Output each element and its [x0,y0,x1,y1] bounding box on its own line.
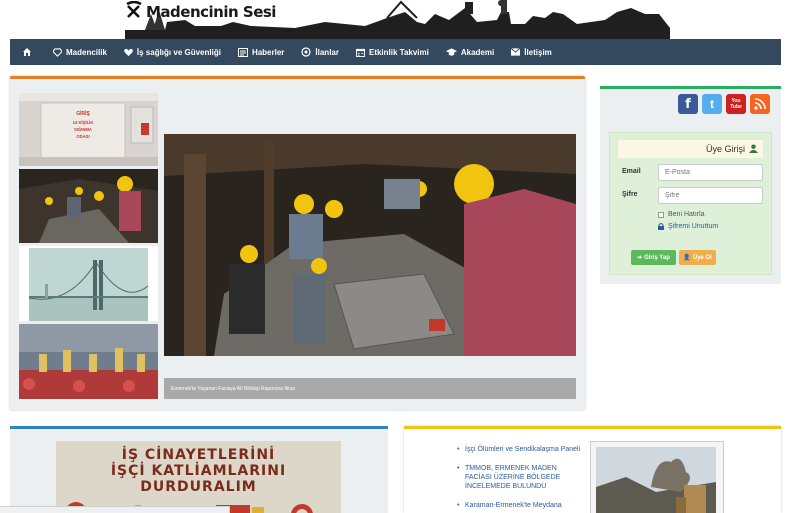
slider-thumbnail[interactable] [19,169,158,243]
facebook-icon[interactable]: f [678,94,698,114]
site-title: Madencinin Sesi [146,3,276,21]
slider-thumbnail[interactable] [19,324,158,399]
list-item[interactable]: TMMOB, ERMENEK MADEN FACİASI ÜZERİNE BÖL… [450,464,585,491]
nav-item-is-sagligi[interactable]: İş sağlığı ve Güvenliği [124,48,221,57]
nav-item-ilanlar[interactable]: İlanlar [301,47,339,57]
featured-photo[interactable] [164,134,576,356]
nav-item-akademi[interactable]: Akademi [445,47,494,57]
list-item[interactable]: İşçi Ölümleri ve Sendikalaşma Paneli [450,445,585,454]
home-icon [23,48,31,56]
slider-thumbnail[interactable]: GİRİŞ 14 KİŞİLİK SIĞINMA ODASI [19,93,158,166]
svg-text:GİRİŞ: GİRİŞ [76,110,90,117]
browser-status-bar [0,506,230,513]
sidebar-panel: f t YouTube Üye Girişi Email Şifre Beni … [600,86,781,284]
user-plus-icon: 👤 [683,255,691,261]
rss-icon[interactable] [750,94,770,114]
user-icon [749,144,758,153]
slider-thumbnail[interactable] [19,246,158,321]
slider-caption[interactable]: Ermenek'te Yaşanan Faciaya Ait Bilirkişi… [164,378,576,399]
graduation-cap-icon [445,47,457,56]
heart-icon [124,48,133,56]
email-label: Email [622,168,641,175]
bullhorn-icon [301,47,312,57]
site-logo[interactable]: Madencinin Sesi [125,0,276,24]
login-button[interactable]: ➜ Giriş Yap [631,250,676,265]
news-photo[interactable] [590,441,724,513]
login-title: Üye Girişi [618,140,763,158]
news-list: İşçi Ölümleri ve Sendikalaşma Paneli TMM… [450,445,585,513]
list-item[interactable]: Karaman-Ermenek'te Meydana [450,501,585,510]
remember-me[interactable]: Beni Hatırla [658,211,705,218]
nav-item-haberler[interactable]: Haberler [237,47,284,57]
pickaxe-icon [125,0,143,24]
featured-slider: GİRİŞ 14 KİŞİLİK SIĞINMA ODASI Ermenek't… [10,76,585,410]
youtube-icon[interactable]: You Tube [726,94,746,114]
diamond-icon [53,47,62,57]
password-label: Şifre [622,191,638,198]
envelope-icon [511,48,521,56]
svg-text:14 KİŞİLİK: 14 KİŞİLİK [73,120,94,125]
remember-checkbox[interactable] [658,211,664,218]
register-button[interactable]: 👤 Üye Ol [679,250,716,265]
svg-text:ODASI: ODASI [76,134,89,139]
email-field[interactable] [658,164,763,181]
forgot-password-link[interactable]: Şifremi Unuttum [658,223,718,230]
svg-text:SIĞINMA: SIĞINMA [74,127,92,132]
nav-item-iletisim[interactable]: İletişim [511,48,552,57]
login-form: Üye Girişi Email Şifre Beni Hatırla Şifr… [609,132,772,275]
main-navigation: Madencilik İş sağlığı ve Güvenliği Haber… [10,39,781,65]
page: Madencinin Sesi Madencilik İş sağlığı ve… [0,0,800,513]
nav-item-home[interactable] [22,47,36,57]
campaign-banner[interactable]: İŞ CİNAYETLERİNİ İŞÇİ KATLİAMLARINI DURD… [56,441,341,513]
newspaper-icon [237,47,248,57]
site-header: Madencinin Sesi [0,0,800,40]
campaign-banner-box: İŞ CİNAYETLERİNİ İŞÇİ KATLİAMLARINI DURD… [10,426,388,513]
lock-icon [658,223,664,230]
calendar-icon [355,48,365,57]
sign-in-icon: ➜ [637,255,643,261]
nav-item-etkinlik-takvimi[interactable]: Etkinlik Takvimi [355,48,429,57]
nav-item-madencilik[interactable]: Madencilik [53,48,107,57]
news-box: İşçi Ölümleri ve Sendikalaşma Paneli TMM… [404,426,781,513]
twitter-icon[interactable]: t [702,94,722,114]
password-field[interactable] [658,187,763,204]
